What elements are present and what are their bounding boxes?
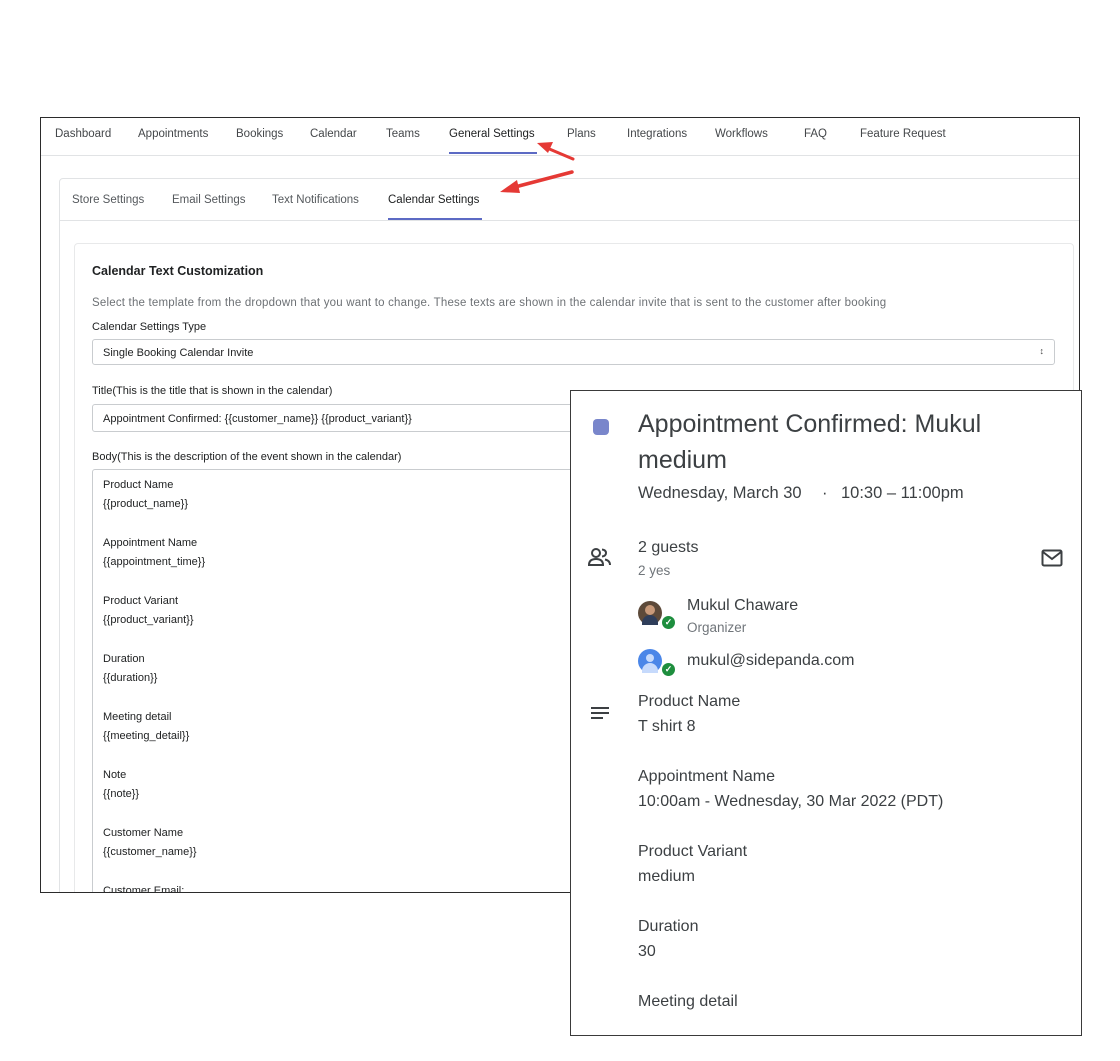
detail-value: T shirt 8 [638,718,696,735]
body-line: {{meeting_detail}} [103,730,190,742]
guest-accepted-check-icon: ✓ [660,661,677,678]
body-line: Duration [103,653,145,665]
settings-type-select[interactable]: Single Booking Calendar Invite ↕ [92,339,1055,365]
event-title-line-2: medium [638,446,727,474]
body-line: {{product_variant}} [103,614,194,626]
section-description: Select the template from the dropdown th… [92,297,887,309]
event-color-swatch [593,419,609,435]
top-navigation: Dashboard Appointments Bookings Calendar… [41,118,1079,156]
organizer-avatar [638,601,662,625]
body-line: Product Variant [103,595,179,607]
body-line: {{appointment_time}} [103,556,206,568]
body-line: {{duration}} [103,672,158,684]
guest-email: mukul@sidepanda.com [687,652,855,669]
active-subtab-indicator [388,218,482,220]
tab-plans[interactable]: Plans [567,128,596,140]
body-line: Meeting detail [103,711,172,723]
body-line: Product Name [103,479,174,491]
tab-feature-request[interactable]: Feature Request [860,128,946,140]
tab-calendar-settings[interactable]: Calendar Settings [388,194,479,206]
guests-count: 2 guests [638,539,699,556]
active-tab-indicator [449,152,537,154]
body-line: {{note}} [103,788,140,800]
detail-value: 30 [638,943,656,960]
tab-bookings[interactable]: Bookings [236,128,283,140]
detail-value: 10:00am - Wednesday, 30 Mar 2022 (PDT) [638,793,944,810]
tab-text-notifications[interactable]: Text Notifications [272,194,359,206]
detail-label: Appointment Name [638,768,775,785]
detail-value: medium [638,868,695,885]
tab-teams[interactable]: Teams [386,128,420,140]
event-time: 10:30 – 11:00pm [841,484,964,502]
tab-workflows[interactable]: Workflows [715,128,768,140]
email-guests-icon[interactable] [1041,549,1063,567]
select-arrows-icon: ↕ [1039,346,1045,356]
description-icon [591,707,609,719]
guests-yes: 2 yes [638,563,671,578]
tab-appointments[interactable]: Appointments [138,128,208,140]
detail-label: Meeting detail [638,993,738,1010]
body-line: {{customer_name}} [103,846,197,858]
organizer-accepted-check-icon: ✓ [660,614,677,631]
tab-store-settings[interactable]: Store Settings [72,194,144,206]
body-line: Note [103,769,127,781]
guest-avatar [638,649,662,673]
event-title-line-1: Appointment Confirmed: Mukul [638,410,982,438]
detail-label: Product Name [638,693,741,710]
title-input-value: Appointment Confirmed: {{customer_name}}… [103,413,412,425]
tab-faq[interactable]: FAQ [804,128,827,140]
body-line: Appointment Name [103,537,198,549]
tab-email-settings[interactable]: Email Settings [172,194,246,206]
title-label: Title(This is the title that is shown in… [92,385,333,397]
section-title: Calendar Text Customization [92,264,264,278]
detail-label: Product Variant [638,843,748,860]
tab-integrations[interactable]: Integrations [627,128,687,140]
organizer-role: Organizer [687,620,747,635]
tab-general-settings[interactable]: General Settings [449,128,535,140]
tab-calendar[interactable]: Calendar [310,128,357,140]
event-date: Wednesday, March 30 [638,484,802,502]
body-line: {{product_name}} [103,498,189,510]
guests-icon [587,548,611,566]
tab-dashboard[interactable]: Dashboard [55,128,111,140]
settings-type-value: Single Booking Calendar Invite [103,347,254,359]
body-line: Customer Email: [103,885,185,893]
detail-label: Duration [638,918,699,935]
body-label: Body(This is the description of the even… [92,451,402,463]
calendar-event-popup: Appointment Confirmed: Mukul medium Wedn… [570,390,1082,1036]
settings-type-label: Calendar Settings Type [92,321,207,333]
body-line: Customer Name [103,827,184,839]
event-date-separator: · [822,484,828,502]
settings-sub-navigation: Store Settings Email Settings Text Notif… [60,179,1079,221]
organizer-name: Mukul Chaware [687,597,799,614]
